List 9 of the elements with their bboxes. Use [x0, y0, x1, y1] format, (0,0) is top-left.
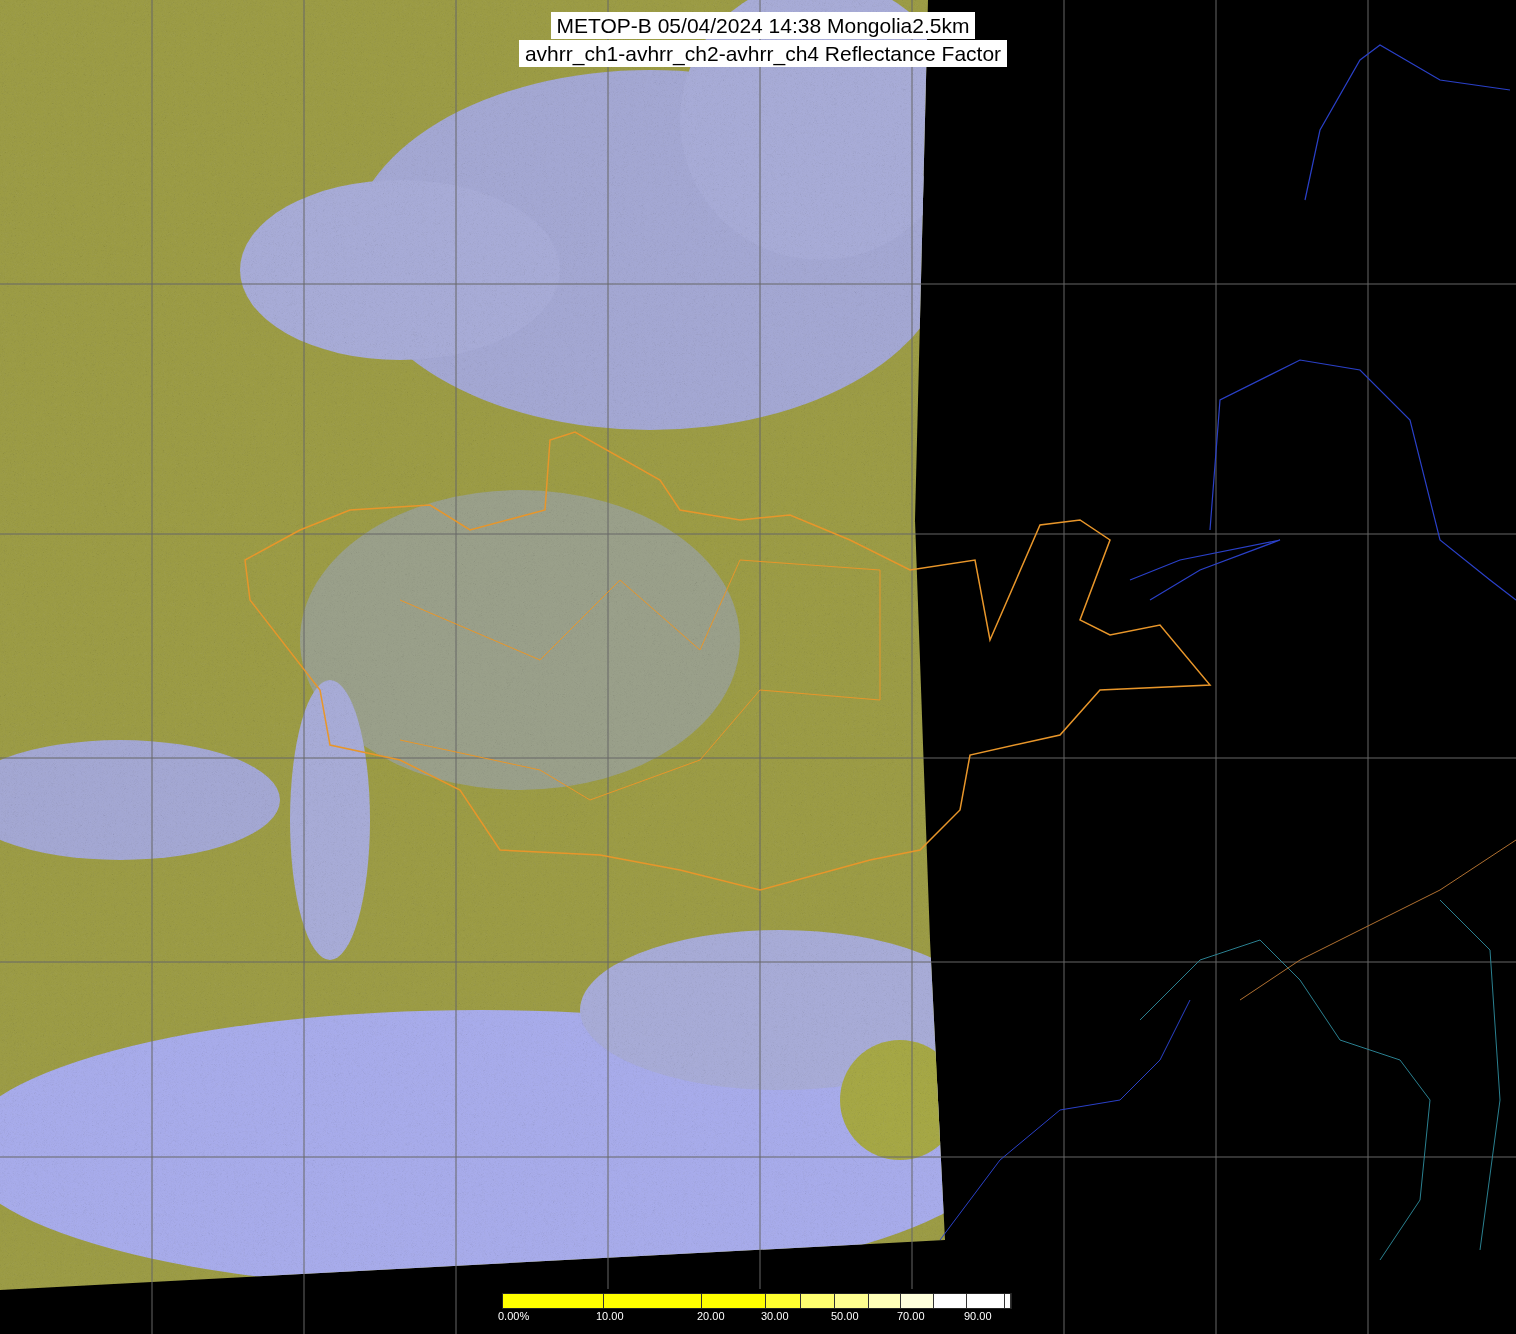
scale-tick-label: 70.00	[897, 1310, 925, 1322]
map-title: METOP-B 05/04/2024 14:38 Mongolia2.5km	[550, 12, 976, 39]
map-title: avhrr_ch1-avhrr_ch2-avhrr_ch4 Reflectance Factor	[518, 40, 1008, 67]
scale-tick-label: 90.00	[964, 1310, 992, 1322]
scale-tick-label: 0.00%	[498, 1310, 530, 1322]
scale-tick-label: 30.00	[761, 1310, 789, 1322]
scale-tick-label: 50.00	[831, 1310, 859, 1322]
scale-tick-label: 20.00	[697, 1310, 725, 1322]
scale-tick-label: 10.00	[596, 1310, 624, 1322]
